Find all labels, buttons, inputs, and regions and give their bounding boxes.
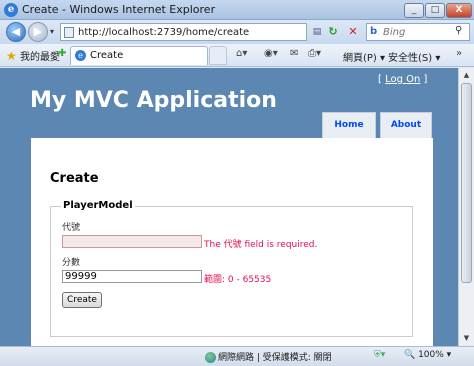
mail-icon[interactable]: ✉ — [290, 48, 298, 59]
score-field[interactable] — [62, 270, 202, 283]
menu-about-link[interactable]: About — [380, 112, 432, 138]
menu-home-link[interactable]: Home — [322, 112, 376, 138]
zoom-text: 100% — [418, 350, 444, 360]
new-tab-button[interactable] — [209, 46, 227, 65]
zone-text: 網際網路 | 受保護模式: 關閉 — [218, 353, 332, 363]
player-fieldset: PlayerModel 代號 The 代號 field is required.… — [50, 200, 413, 337]
page-viewport: [ Log On ] My MVC Application Home About… — [0, 68, 458, 346]
feeds-icon[interactable]: ◉▾ — [264, 48, 278, 59]
search-icon[interactable]: ⚲ — [455, 25, 462, 36]
tools-icon[interactable]: » — [456, 48, 462, 59]
back-button[interactable]: ◀ — [6, 22, 26, 42]
main-content: Create PlayerModel 代號 The 代號 field is re… — [31, 138, 433, 346]
login-display: [ Log On ] — [378, 74, 427, 85]
maximize-button[interactable]: □ — [425, 3, 445, 18]
log-on-link[interactable]: Log On — [385, 74, 420, 85]
add-favorite-icon[interactable]: ✚ — [58, 48, 66, 59]
vertical-scrollbar[interactable]: ▲ ▼ — [458, 68, 474, 346]
favorites-bar: ★ 我的最愛 ✚ e Create ⌂▾ ◉▾ ✉ ⎙▾ 網頁(P) ▾ 安全性… — [0, 44, 474, 67]
favorites-button[interactable]: ★ 我的最愛 — [6, 48, 60, 63]
search-box: b ⚲ — [366, 23, 470, 41]
bing-logo-icon: b — [370, 26, 378, 37]
status-bar: 網際網路 | 受保護模式: 關閉 ⛨▾ 🔍 100% ▾ — [0, 346, 474, 366]
address-bar: ◀ ▶ ▾ http://localhost:2739/home/create … — [0, 20, 474, 44]
page-heading: Create — [50, 171, 99, 186]
compatibility-view-icon[interactable]: ▤ — [310, 25, 324, 39]
minimize-button[interactable]: _ — [404, 3, 424, 18]
scroll-down-icon[interactable]: ▼ — [460, 332, 473, 345]
close-button[interactable]: X — [446, 3, 472, 18]
search-input[interactable] — [383, 25, 453, 39]
scroll-up-icon[interactable]: ▲ — [460, 69, 473, 82]
ie-tab-icon: e — [75, 50, 86, 61]
url-field[interactable]: http://localhost:2739/home/create — [60, 23, 307, 41]
page-menu[interactable]: 網頁(P) ▾ — [343, 49, 385, 64]
site-title: My MVC Application — [30, 88, 277, 113]
fieldset-legend: PlayerModel — [61, 200, 135, 211]
star-icon: ★ — [6, 49, 17, 63]
name-error: The 代號 field is required. — [204, 240, 318, 250]
protected-mode-icon[interactable]: ⛨▾ — [374, 350, 385, 360]
globe-icon — [205, 352, 216, 363]
create-button[interactable]: Create — [62, 292, 102, 308]
zoom-level[interactable]: 🔍 100% ▾ — [404, 350, 451, 360]
stop-icon[interactable]: ✕ — [346, 25, 360, 39]
score-error: 範圍: 0 - 65535 — [204, 275, 272, 285]
page-icon — [64, 27, 74, 38]
name-label: 代號 — [62, 223, 81, 233]
forward-button[interactable]: ▶ — [28, 22, 48, 42]
login-bracket-close: ] — [420, 74, 428, 85]
score-label: 分數 — [62, 258, 81, 268]
browser-tab[interactable]: e Create — [70, 46, 208, 65]
safety-menu[interactable]: 安全性(S) ▾ — [388, 49, 440, 64]
print-icon[interactable]: ⎙▾ — [308, 48, 321, 59]
refresh-icon[interactable]: ↻ — [326, 25, 340, 39]
history-dropdown-icon[interactable]: ▾ — [50, 27, 54, 36]
ie-logo-icon: e — [4, 3, 18, 17]
favorites-label: 我的最愛 — [19, 52, 60, 63]
title-bar: e Create - Windows Internet Explorer _ □… — [0, 0, 474, 20]
url-text[interactable]: http://localhost:2739/home/create — [78, 27, 249, 38]
security-zone[interactable]: 網際網路 | 受保護模式: 關閉 — [205, 350, 332, 363]
window-title: Create - Windows Internet Explorer — [22, 3, 216, 16]
name-field[interactable] — [62, 235, 202, 248]
home-icon[interactable]: ⌂▾ — [236, 48, 247, 59]
tab-label: Create — [90, 50, 124, 61]
scroll-thumb[interactable] — [461, 83, 472, 283]
